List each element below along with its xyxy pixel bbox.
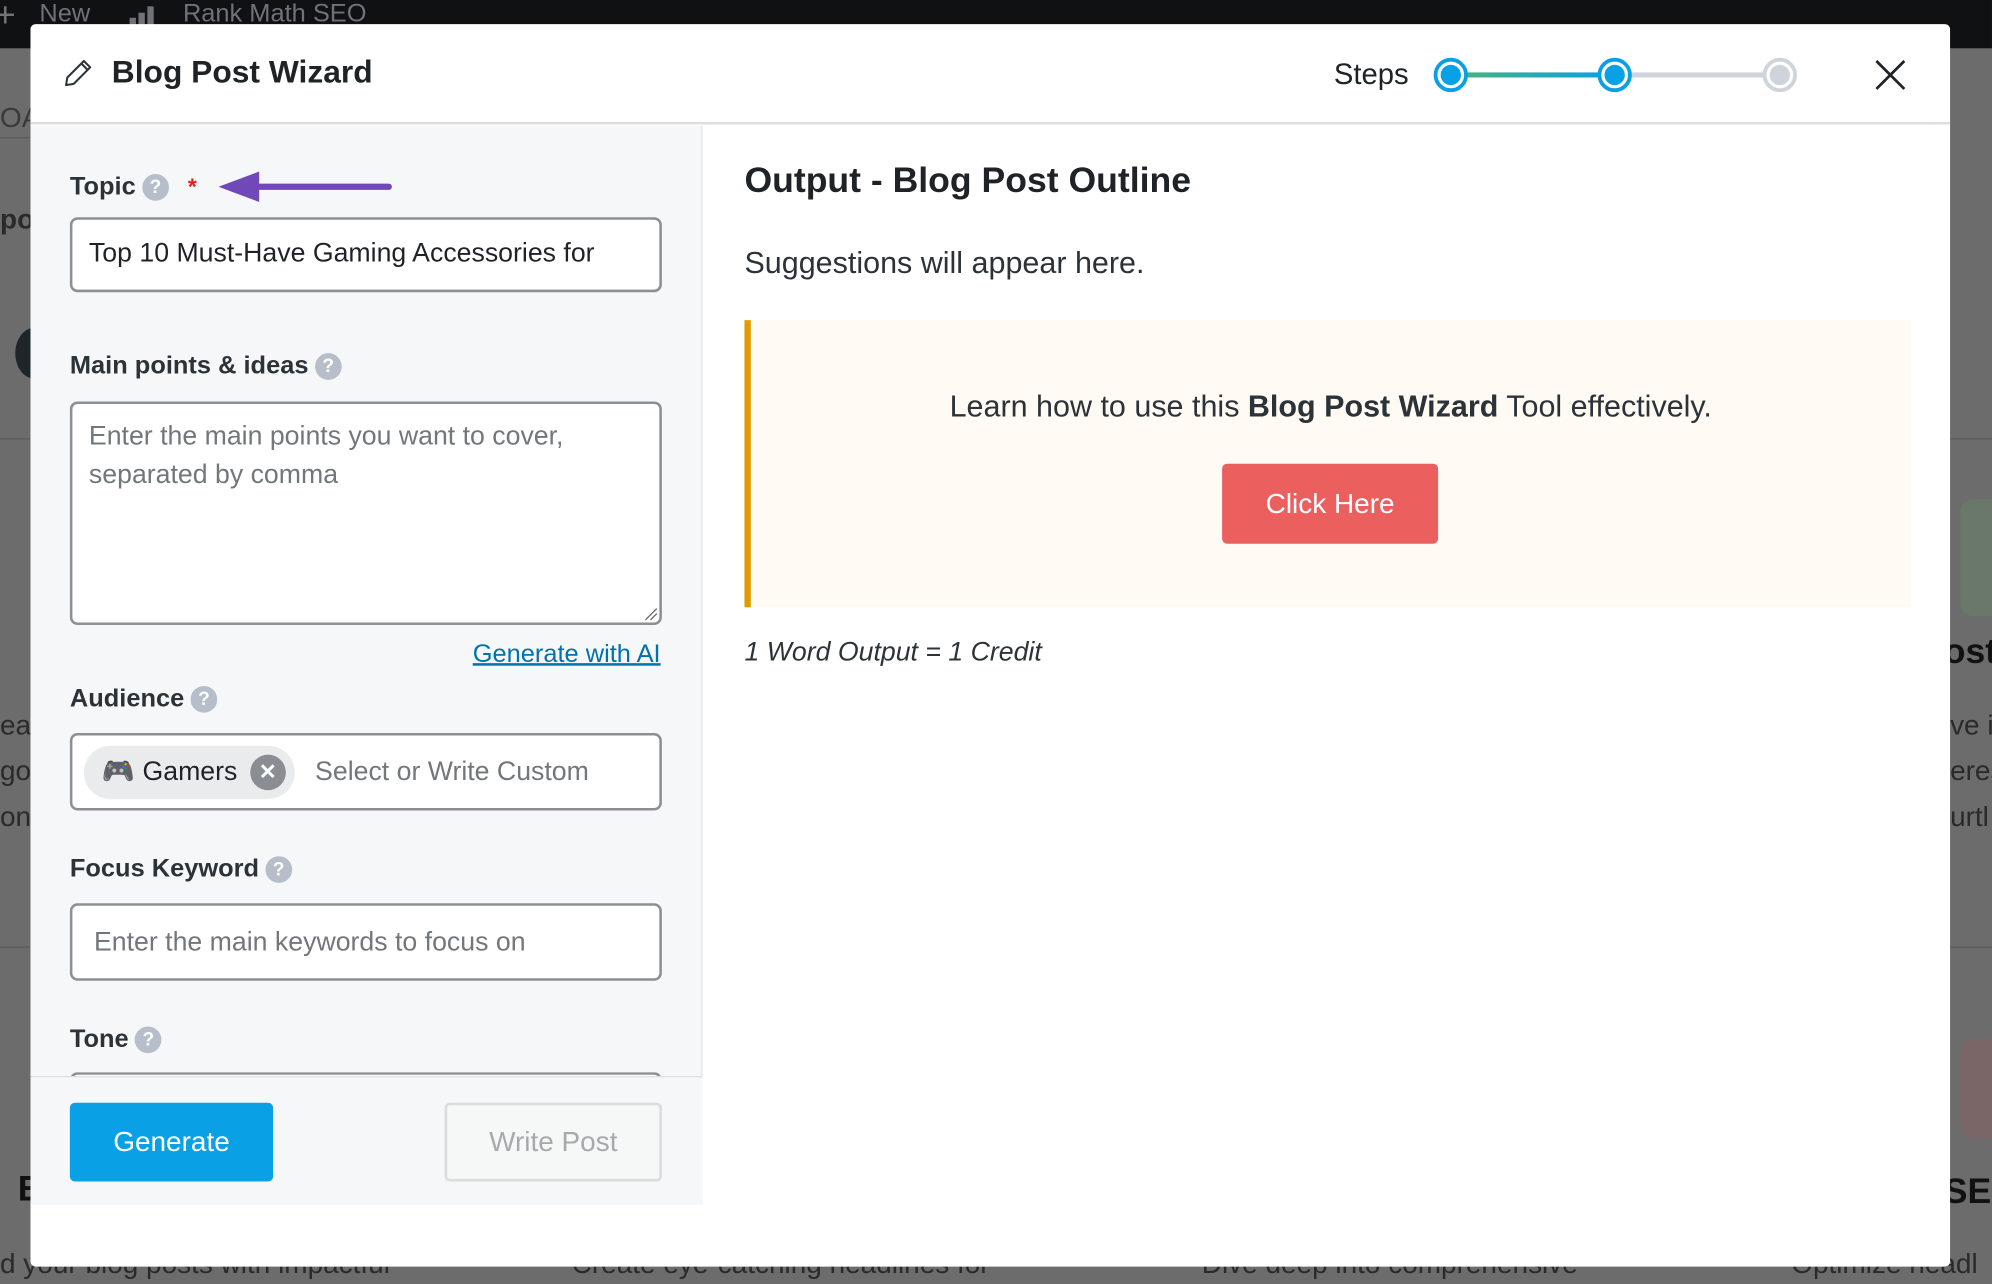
focus-keyword-label: Focus Keyword ? bbox=[69, 854, 293, 884]
help-icon[interactable]: ? bbox=[135, 1026, 162, 1054]
bg-text: ve i bbox=[1950, 708, 1992, 741]
help-icon[interactable]: ? bbox=[314, 353, 342, 380]
bg-text: SEO bbox=[1943, 1171, 1992, 1211]
generate-with-ai-link[interactable]: Generate with AI bbox=[473, 640, 661, 669]
bg-text: po bbox=[0, 203, 35, 236]
plus-icon[interactable]: + bbox=[0, 0, 16, 36]
suggestions-placeholder: Suggestions will appear here. bbox=[744, 246, 1145, 281]
audience-select[interactable]: 🎮 Gamers ✕ Select or Write Custom bbox=[69, 733, 662, 811]
remove-chip-icon[interactable]: ✕ bbox=[250, 754, 286, 791]
blog-post-wizard-modal: Blog Post Wizard Steps Topic ? * Top 10 … bbox=[30, 24, 1951, 1267]
notice-prefix: Learn how to use this bbox=[949, 390, 1248, 425]
bg-text: urtl bbox=[1950, 800, 1989, 833]
focus-keyword-input[interactable]: Enter the main keywords to focus on bbox=[69, 903, 662, 981]
required-marker: * bbox=[187, 173, 197, 199]
steps-progress bbox=[1433, 57, 1797, 93]
help-notice: Learn how to use this Blog Post Wizard T… bbox=[744, 320, 1911, 608]
pencil-icon bbox=[65, 59, 92, 87]
step-1-complete[interactable] bbox=[1433, 57, 1468, 93]
click-here-button[interactable]: Click Here bbox=[1222, 463, 1439, 544]
gamepad-icon: 🎮 bbox=[101, 757, 135, 787]
tone-label-text: Tone bbox=[69, 1025, 129, 1054]
resize-handle-icon[interactable] bbox=[643, 606, 658, 621]
arrow-annotation-icon bbox=[218, 171, 392, 202]
modal-title: Blog Post Wizard bbox=[111, 54, 373, 91]
audience-label-text: Audience bbox=[69, 684, 185, 713]
tone-label: Tone ? bbox=[70, 1025, 162, 1054]
focus-keyword-label-text: Focus Keyword bbox=[69, 854, 260, 883]
help-icon[interactable]: ? bbox=[190, 686, 218, 713]
help-icon[interactable]: ? bbox=[265, 856, 293, 883]
write-post-button[interactable]: Write Post bbox=[444, 1102, 662, 1182]
modal-header: Blog Post Wizard Steps bbox=[30, 24, 1951, 125]
screen: + New Rank Math SEO OA po eat go. ont E … bbox=[0, 0, 1992, 1284]
main-points-textarea[interactable]: Enter the main points you want to cover,… bbox=[69, 401, 662, 626]
credit-note: 1 Word Output = 1 Credit bbox=[744, 637, 1042, 667]
topic-label-text: Topic bbox=[69, 172, 136, 201]
bg-text: eres bbox=[1950, 754, 1992, 787]
generate-button[interactable]: Generate bbox=[69, 1102, 274, 1182]
left-panel-footer: Generate Write Post bbox=[30, 1076, 703, 1205]
main-points-label-text: Main points & ideas bbox=[69, 351, 309, 380]
notice-text: Learn how to use this Blog Post Wizard T… bbox=[751, 390, 1911, 426]
topic-input[interactable]: Top 10 Must-Have Gaming Accessories for bbox=[69, 217, 662, 293]
step-3-pending[interactable] bbox=[1762, 57, 1797, 93]
main-points-label: Main points & ideas ? bbox=[70, 352, 342, 381]
topic-label: Topic ? * bbox=[70, 168, 394, 206]
audience-chip: 🎮 Gamers ✕ bbox=[83, 745, 295, 800]
audience-placeholder[interactable]: Select or Write Custom bbox=[315, 757, 589, 787]
output-title: Output - Blog Post Outline bbox=[744, 160, 1192, 200]
notice-suffix: Tool effectively. bbox=[1498, 390, 1712, 425]
input-panel: Topic ? * Top 10 Must-Have Gaming Access… bbox=[30, 125, 703, 1205]
bg-text: ost bbox=[1943, 631, 1992, 671]
notice-bold: Blog Post Wizard bbox=[1247, 390, 1499, 425]
close-icon[interactable] bbox=[1873, 57, 1909, 93]
help-icon[interactable]: ? bbox=[142, 173, 169, 201]
chip-label: Gamers bbox=[142, 757, 238, 787]
steps-label: Steps bbox=[1333, 57, 1409, 91]
audience-label: Audience ? bbox=[69, 684, 218, 714]
step-2-current[interactable] bbox=[1597, 57, 1632, 93]
